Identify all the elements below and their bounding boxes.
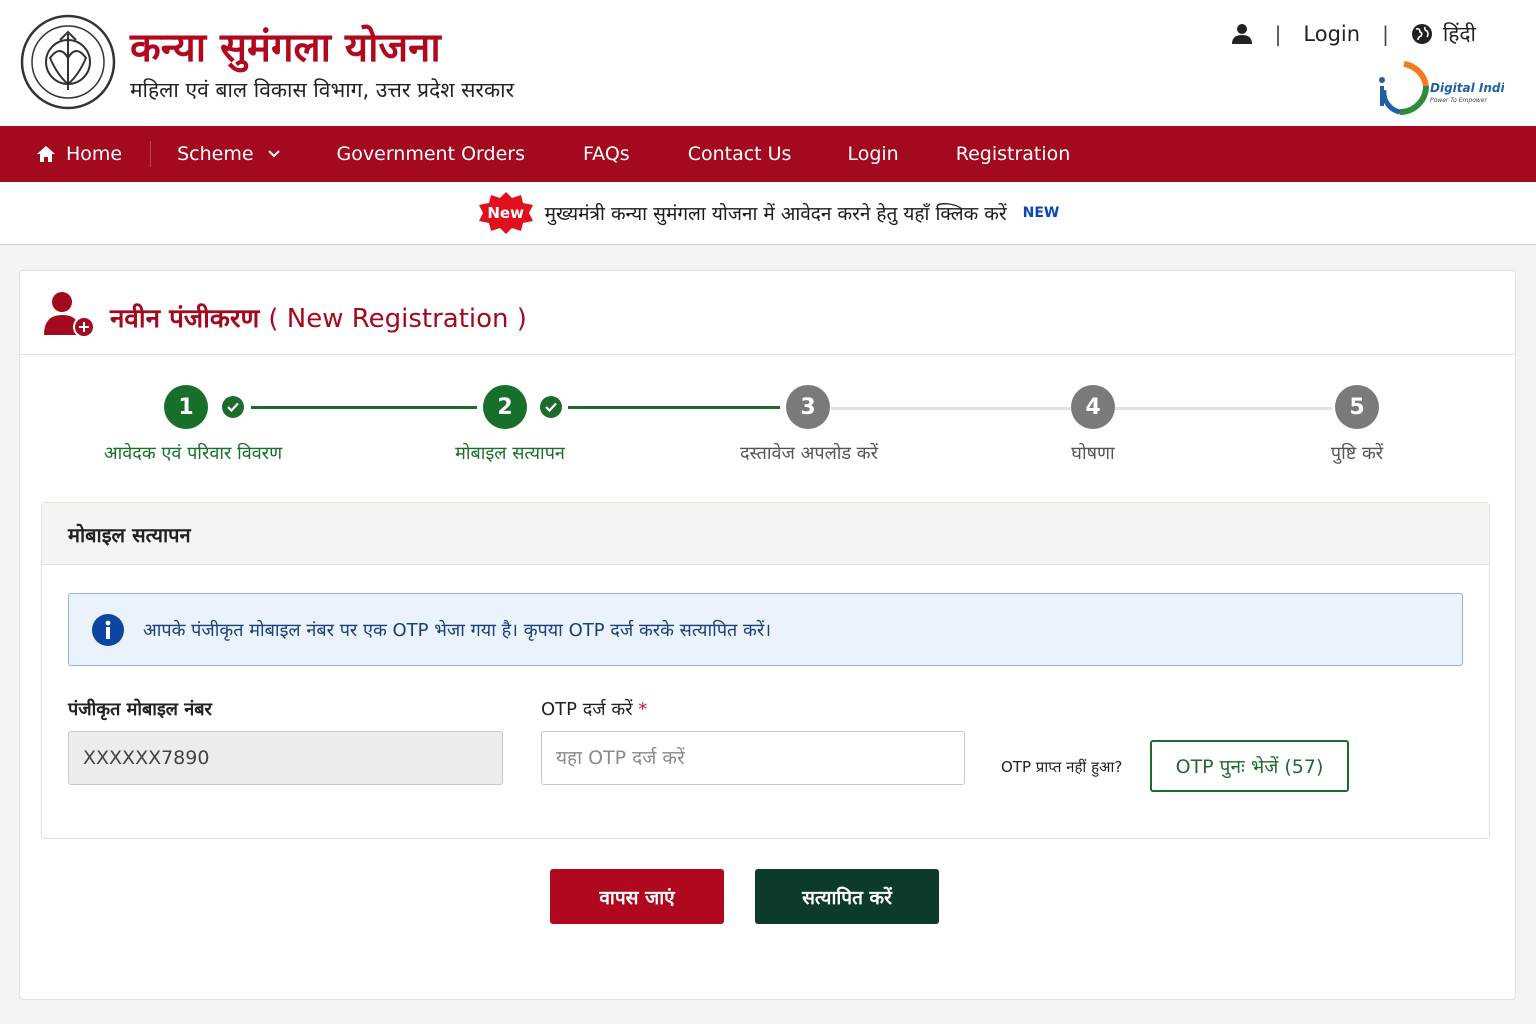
nav-scheme[interactable]: Scheme xyxy=(151,126,280,182)
site-subtitle: महिला एवं बाल विकास विभाग, उत्तर प्रदेश … xyxy=(130,78,515,102)
mobile-number-field[interactable] xyxy=(68,731,503,785)
registration-card: नवीन पंजीकरण ( New Registration ) 1 आवेद… xyxy=(19,270,1516,1000)
check-icon xyxy=(222,396,244,418)
globe-icon[interactable] xyxy=(1411,23,1433,45)
user-icon[interactable] xyxy=(1231,23,1253,45)
mobile-number-label: पंजीकृत मोबाइल नंबर xyxy=(68,699,212,720)
step-1-label: आवेदक एवं परिवार विवरण xyxy=(103,443,283,464)
step-5-circle: 5 xyxy=(1335,385,1379,429)
verify-button[interactable]: सत्यापित करें xyxy=(755,869,939,924)
panel-header: मोबाइल सत्यापन xyxy=(42,503,1489,565)
nav-scheme-label: Scheme xyxy=(177,143,254,165)
registration-header: नवीन पंजीकरण ( New Registration ) xyxy=(20,271,1515,355)
mobile-verification-panel: मोबाइल सत्यापन आपके पंजीकृत मोबाइल नंबर … xyxy=(41,502,1490,839)
page-title-english: ( New Registration ) xyxy=(268,304,527,334)
nav-registration[interactable]: Registration xyxy=(956,126,1071,182)
site-title: कन्या सुमंगला योजना xyxy=(130,24,441,71)
announcement-bar: New मुख्यमंत्री कन्या सुमंगला योजना में … xyxy=(0,182,1536,245)
page-title: नवीन पंजीकरण ( New Registration ) xyxy=(110,299,527,335)
info-message: आपके पंजीकृत मोबाइल नंबर पर एक OTP भेजा … xyxy=(143,619,772,641)
announcement-new-tag: NEW xyxy=(1022,205,1060,221)
nav-home[interactable]: Home xyxy=(0,141,152,167)
resend-otp-button[interactable]: OTP पुनः भेजें (57) xyxy=(1150,740,1349,792)
step-connector xyxy=(251,406,477,409)
required-marker: * xyxy=(638,699,648,720)
info-alert: आपके पंजीकृत मोबाइल नंबर पर एक OTP भेजा … xyxy=(68,593,1463,666)
main-navigation: Home Scheme Government Orders FAQs Conta… xyxy=(0,126,1536,182)
home-icon xyxy=(37,146,55,162)
otp-label-text: OTP दर्ज करें xyxy=(541,699,633,720)
nav-login[interactable]: Login xyxy=(847,126,898,182)
otp-label: OTP दर्ज करें * xyxy=(541,697,647,721)
language-toggle[interactable]: हिंदी xyxy=(1443,20,1476,48)
new-badge: New xyxy=(477,191,535,235)
nav-contact-us[interactable]: Contact Us xyxy=(688,126,792,182)
otp-input[interactable] xyxy=(541,731,965,785)
digital-india-tagline: Power To Empower xyxy=(1430,97,1487,104)
step-3-circle: 3 xyxy=(786,385,830,429)
page-title-hindi: नवीन पंजीकरण xyxy=(110,304,260,334)
chevron-down-icon xyxy=(267,150,280,158)
nav-government-orders[interactable]: Government Orders xyxy=(337,126,525,182)
top-login-link[interactable]: Login xyxy=(1303,22,1360,46)
info-icon xyxy=(92,613,124,646)
nav-faqs[interactable]: FAQs xyxy=(583,126,630,182)
step-3-label: दस्तावेज अपलोड करें xyxy=(740,443,878,464)
step-1-circle: 1 xyxy=(164,385,208,429)
panel-title: मोबाइल सत्यापन xyxy=(68,523,191,547)
up-government-emblem-icon xyxy=(20,14,116,110)
separator: | xyxy=(1274,22,1282,46)
digital-india-text: Digital India xyxy=(1430,81,1504,95)
step-connector xyxy=(831,407,1071,410)
digital-india-logo: Digital India Power To Empower xyxy=(1374,56,1513,116)
new-badge-label: New xyxy=(487,204,524,222)
check-icon xyxy=(540,396,562,418)
site-header: कन्या सुमंगला योजना महिला एवं बाल विकास … xyxy=(0,0,1536,126)
step-connector xyxy=(1115,407,1332,410)
otp-not-received-text: OTP प्राप्त नहीं हुआ? xyxy=(1001,758,1123,776)
step-4-label: घोषणा xyxy=(1071,443,1115,464)
separator: | xyxy=(1382,22,1389,46)
announcement-link[interactable]: मुख्यमंत्री कन्या सुमंगला योजना में आवेद… xyxy=(545,200,1007,226)
step-connector xyxy=(568,406,780,409)
step-4-circle: 4 xyxy=(1071,385,1115,429)
step-2-circle: 2 xyxy=(483,385,527,429)
back-button[interactable]: वापस जाएं xyxy=(550,869,724,924)
nav-home-label: Home xyxy=(66,143,123,165)
step-5-label: पुष्टि करें xyxy=(1330,443,1384,464)
step-2-label: मोबाइल सत्यापन xyxy=(455,443,565,464)
add-user-icon xyxy=(42,291,98,341)
top-links: | Login | हिंदी xyxy=(1231,18,1476,50)
